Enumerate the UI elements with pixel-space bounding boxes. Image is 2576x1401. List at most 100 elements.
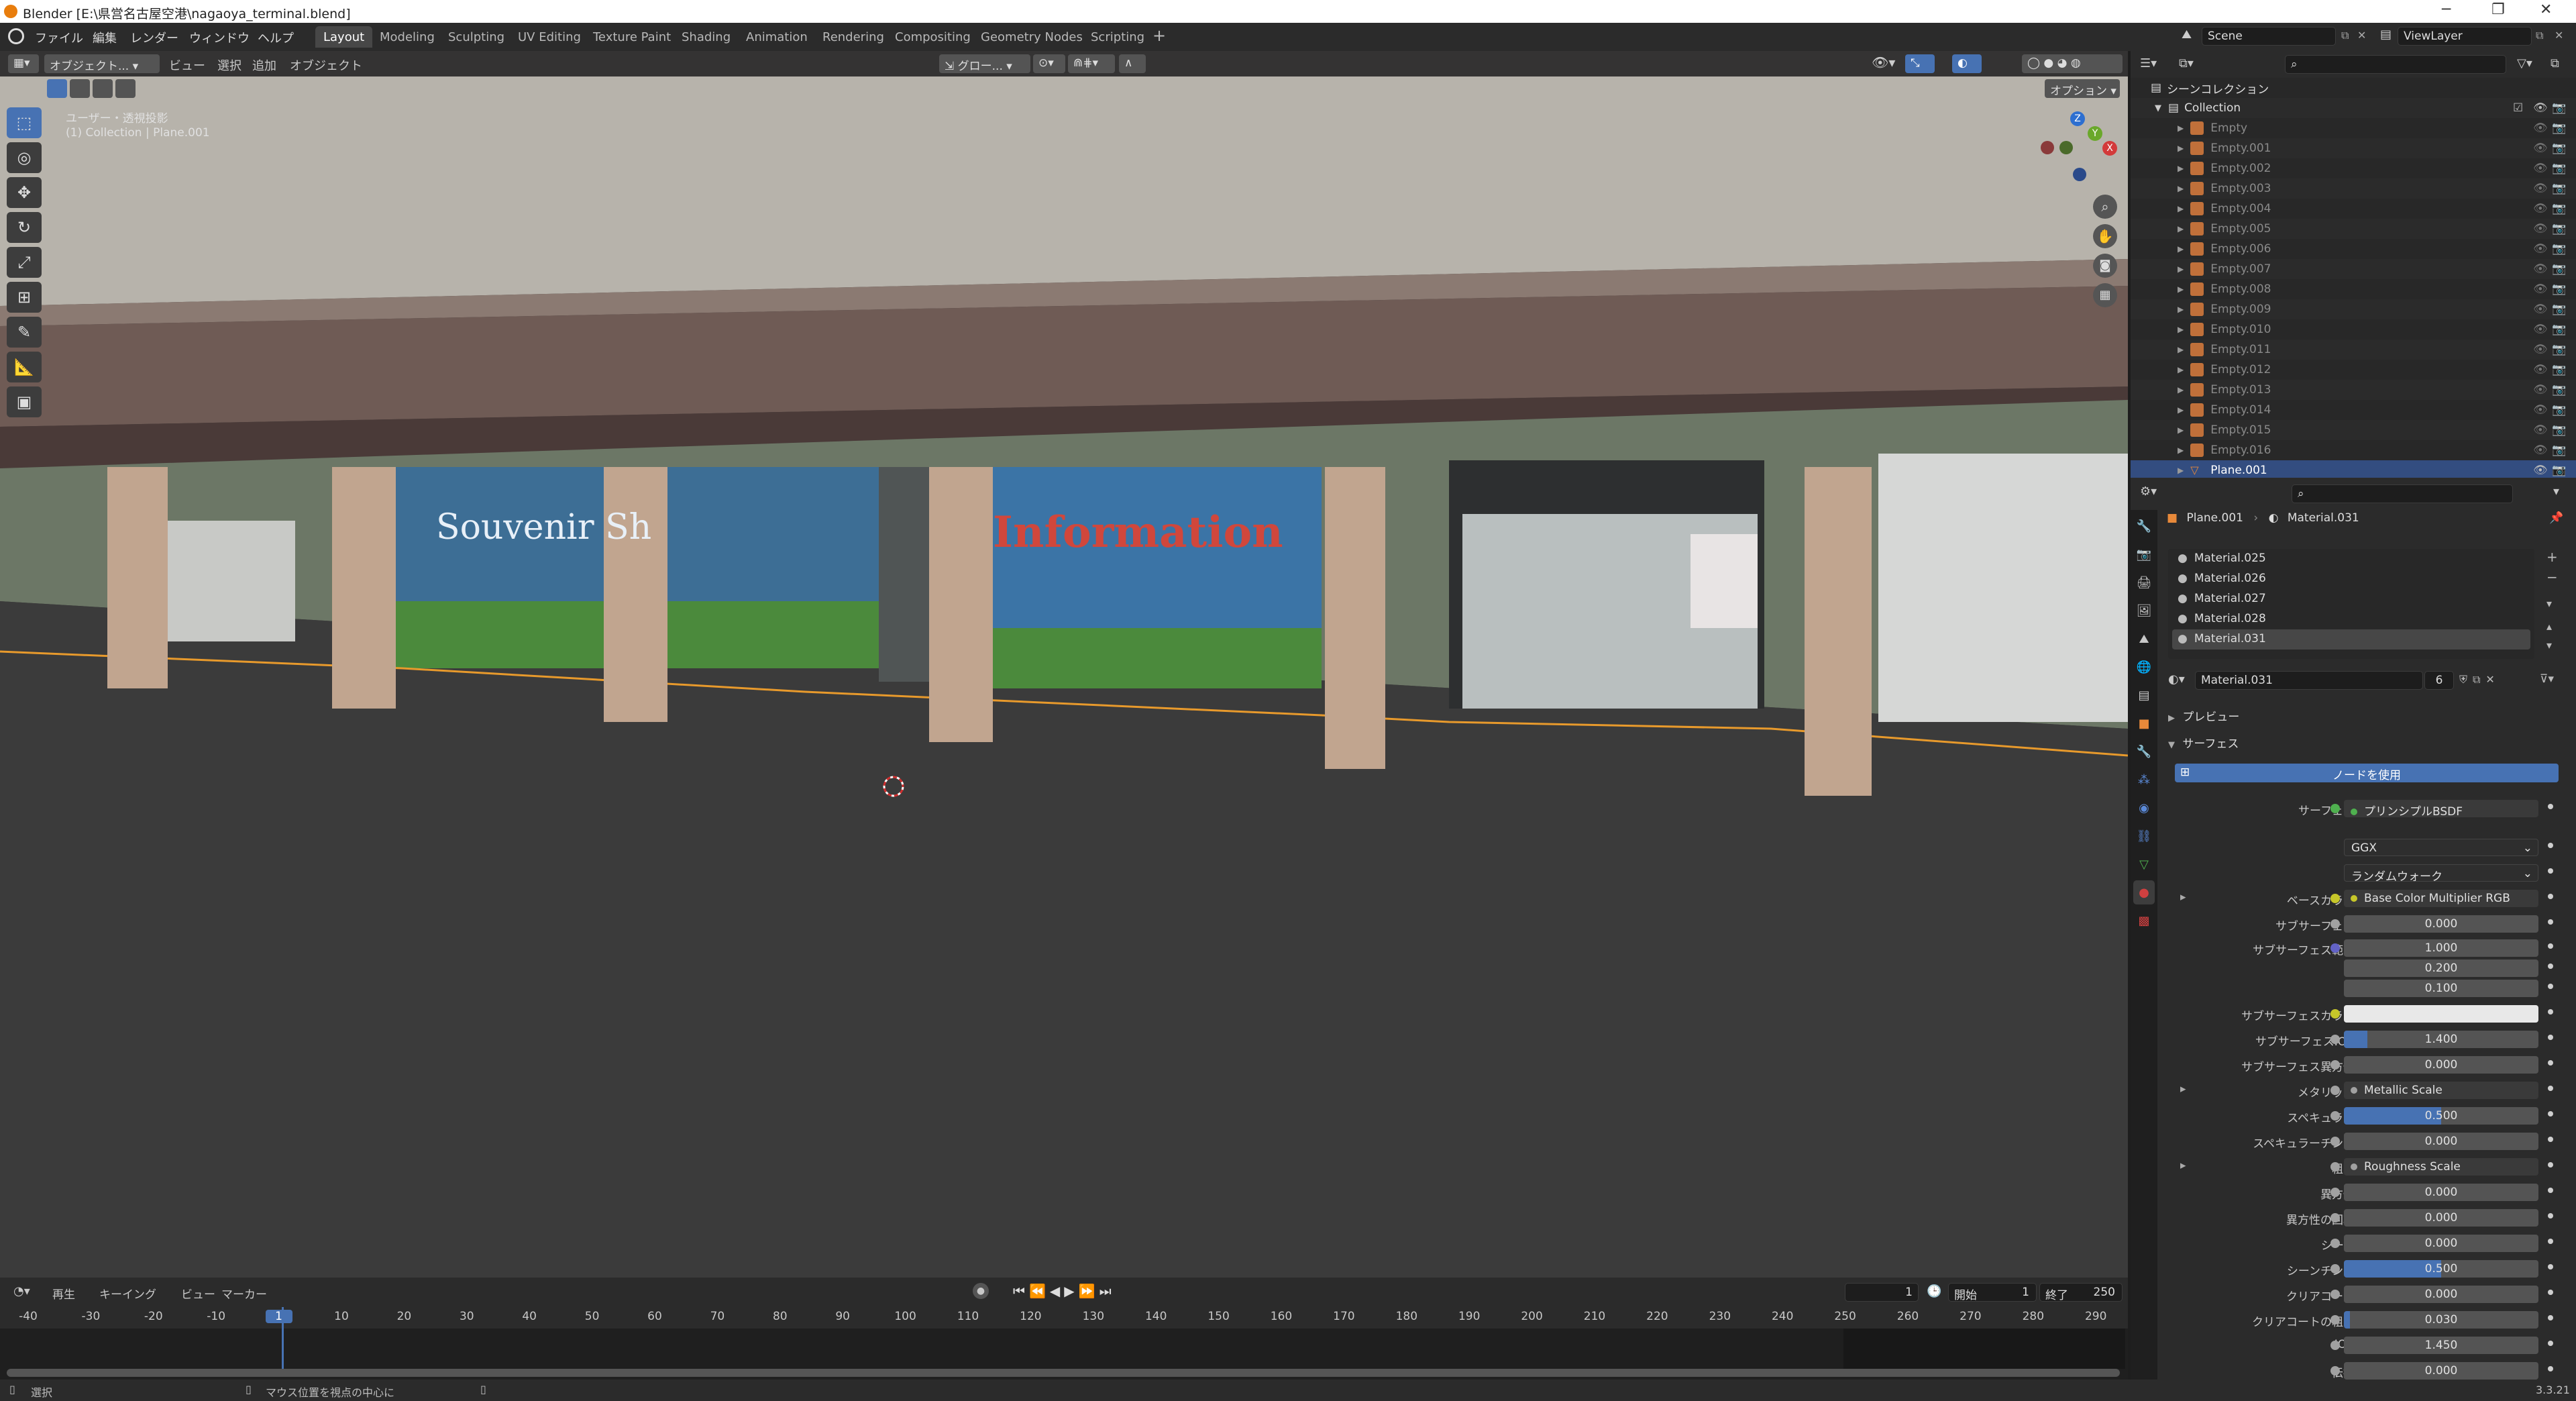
camera-render-icon[interactable]: 📷 — [2552, 303, 2566, 316]
rotate-icon[interactable]: ↻ — [7, 212, 42, 243]
eye-icon[interactable]: 👁 — [2533, 242, 2548, 256]
select-box-icon[interactable]: ⬚ — [7, 107, 42, 138]
menu-render[interactable]: レンダー — [130, 29, 178, 46]
cursor-icon[interactable]: ◎ — [7, 142, 42, 173]
camera-render-icon[interactable]: 📷 — [2552, 222, 2566, 236]
socket-icon[interactable] — [2330, 919, 2340, 929]
scene-tab-icon[interactable]: ⛰ — [2133, 627, 2155, 651]
minimize-icon[interactable]: ─ — [2442, 1, 2451, 18]
select-new-icon[interactable] — [47, 79, 67, 98]
camera-render-icon[interactable]: 📷 — [2552, 423, 2566, 437]
keyframe-dot-icon[interactable] — [2548, 1290, 2553, 1295]
camera-render-icon[interactable]: 📷 — [2552, 142, 2566, 155]
pan-hand-icon[interactable]: ✋ — [2093, 224, 2117, 248]
property-link-field[interactable]: Roughness Scale — [2344, 1158, 2538, 1176]
tab-geometry-nodes[interactable]: Geometry Nodes — [973, 26, 1091, 48]
eye-icon[interactable]: 👁 — [2533, 383, 2548, 397]
camera-render-icon[interactable]: 📷 — [2552, 202, 2566, 215]
socket-icon[interactable] — [2330, 1162, 2340, 1172]
snap-icon[interactable]: ⋒⋕▾ — [1068, 54, 1115, 73]
outliner-row-empty-008[interactable]: ▶ Empty.008 👁 📷 — [2131, 279, 2576, 299]
menu-help[interactable]: ヘルプ — [258, 29, 294, 46]
gizmo-z-icon[interactable]: Z — [2070, 111, 2085, 126]
viewport-menu-object[interactable]: オブジェクト — [290, 56, 362, 74]
outliner-row-empty-007[interactable]: ▶ Empty.007 👁 📷 — [2131, 259, 2576, 279]
viewlayer-field[interactable]: ViewLayer — [2398, 27, 2532, 46]
outliner-row-empty-013[interactable]: ▶ Empty.013 👁 📷 — [2131, 380, 2576, 400]
gizmo-toggle-icon[interactable]: ⤡ — [1905, 54, 1935, 73]
outliner-row-empty-002[interactable]: ▶ Empty.002 👁 📷 — [2131, 158, 2576, 178]
keyframe-dot-icon[interactable] — [2548, 1111, 2553, 1117]
camera-render-icon[interactable]: 📷 — [2552, 121, 2566, 135]
socket-icon[interactable] — [2330, 894, 2340, 903]
scene-icon[interactable]: ⛰ — [2182, 28, 2192, 42]
3d-viewport[interactable]: Souvenir Sh Information ユーザー・透視投影 (1) Co… — [0, 51, 2128, 1278]
property-value-field[interactable]: 0.200 — [2344, 959, 2538, 977]
property-value-field[interactable]: 1.000 — [2344, 939, 2538, 957]
move-slot-up-icon[interactable]: ▴ — [2546, 620, 2552, 633]
expand-icon[interactable]: ▶ — [2178, 466, 2184, 475]
select-extend-icon[interactable] — [70, 79, 90, 98]
expand-icon[interactable]: ▸ — [2180, 1159, 2186, 1172]
transform-orientation[interactable]: ⇲ グロー... ▾ — [939, 54, 1030, 73]
gizmo-y-icon[interactable]: Y — [2088, 126, 2102, 141]
property-value-field[interactable]: 0.000 — [2344, 1133, 2538, 1150]
gizmo-x-icon[interactable]: X — [2102, 141, 2117, 156]
eye-icon[interactable]: 👁 — [2533, 282, 2548, 296]
outliner-row-empty-012[interactable]: ▶ Empty.012 👁 📷 — [2131, 360, 2576, 380]
end-frame-field[interactable]: 終了 250 — [2039, 1283, 2123, 1302]
options-dropdown[interactable]: オプション ▾ — [2045, 79, 2120, 98]
keyframe-dot-icon[interactable] — [2548, 1162, 2553, 1168]
surface-panel-header[interactable]: ▼ サーフェス — [2168, 734, 2239, 751]
eye-icon[interactable]: 👁 — [2533, 202, 2548, 215]
socket-icon[interactable] — [2330, 1290, 2340, 1299]
outliner-row-empty-001[interactable]: ▶ Empty.001 👁 📷 — [2131, 138, 2576, 158]
expand-icon[interactable]: ▶ — [2178, 264, 2184, 274]
keyframe-dot-icon[interactable] — [2548, 1188, 2553, 1193]
keyframe-dot-icon[interactable] — [2548, 943, 2553, 949]
socket-icon[interactable] — [2330, 804, 2340, 813]
property-value-field[interactable]: 0.000 — [2344, 1362, 2538, 1380]
outliner-row-empty-006[interactable]: ▶ Empty.006 👁 📷 — [2131, 239, 2576, 259]
property-value-field[interactable]: 0.000 — [2344, 915, 2538, 933]
view-layer-tab-icon[interactable]: 🖼 — [2133, 599, 2155, 623]
keyframe-dot-icon[interactable] — [2548, 1366, 2553, 1371]
collection-tab-icon[interactable]: ▤ — [2133, 683, 2155, 707]
expand-icon[interactable]: ▶ — [2178, 305, 2184, 314]
expand-icon[interactable]: ▶ — [2178, 224, 2184, 234]
expand-icon[interactable]: ▶ — [2178, 164, 2184, 173]
preview-panel-header[interactable]: ▶ プレビュー — [2168, 707, 2239, 724]
viewport-menu-view[interactable]: ビュー — [169, 56, 205, 74]
expand-icon[interactable]: ▸ — [2180, 890, 2186, 904]
color-swatch[interactable] — [2344, 1005, 2538, 1023]
eye-icon[interactable]: 👁 — [2533, 182, 2548, 195]
expand-icon[interactable]: ▶ — [2178, 144, 2184, 153]
property-value-field[interactable]: 0.500 — [2344, 1107, 2538, 1125]
socket-icon[interactable] — [2330, 1264, 2340, 1274]
record-icon[interactable]: ● — [973, 1283, 989, 1299]
keyframe-dot-icon[interactable] — [2548, 804, 2553, 809]
property-value-field[interactable]: 0.000 — [2344, 1056, 2538, 1074]
camera-render-icon[interactable]: 📷 — [2552, 383, 2566, 397]
socket-icon[interactable] — [2330, 1060, 2340, 1070]
outliner[interactable]: ☰▾ ⧉▾ ⌕ ▽▾ ⧉ ▤ シーンコレクション ▼ ▤ Collection … — [2131, 51, 2576, 480]
keyframe-dot-icon[interactable] — [2548, 1315, 2553, 1320]
grid-view-icon[interactable]: ▦ — [2093, 283, 2117, 307]
property-link-field[interactable]: プリンシプルBSDF — [2344, 800, 2538, 817]
properties-options-icon[interactable]: ▾ — [2553, 484, 2559, 499]
render-tab-icon[interactable]: 📷 — [2133, 542, 2155, 566]
timeline-ruler[interactable]: -40 -30 -20 -10 1 10 20 30 40 50 60 70 80 90 100 110 120… — [0, 1307, 2128, 1329]
camera-render-icon[interactable]: 📷 — [2552, 343, 2566, 356]
tab-scripting[interactable]: Scripting — [1083, 26, 1152, 48]
move-icon[interactable]: ✥ — [7, 177, 42, 208]
camera-render-icon[interactable]: 📷 — [2552, 101, 2566, 115]
outliner-row-empty-003[interactable]: ▶ Empty.003 👁 📷 — [2131, 178, 2576, 199]
tab-shading[interactable]: Shading — [674, 26, 739, 48]
navigation-gizmo[interactable]: Z Y X — [2037, 111, 2117, 192]
camera-icon[interactable]: ◙ — [2093, 254, 2117, 278]
camera-render-icon[interactable]: 📷 — [2552, 363, 2566, 376]
material-actions[interactable]: ⛨⧉✕ — [2459, 673, 2500, 686]
scale-icon[interactable]: ⤢ — [7, 247, 42, 278]
transform-icon[interactable]: ⊞ — [7, 282, 42, 313]
maximize-icon[interactable]: ❐ — [2491, 1, 2505, 18]
